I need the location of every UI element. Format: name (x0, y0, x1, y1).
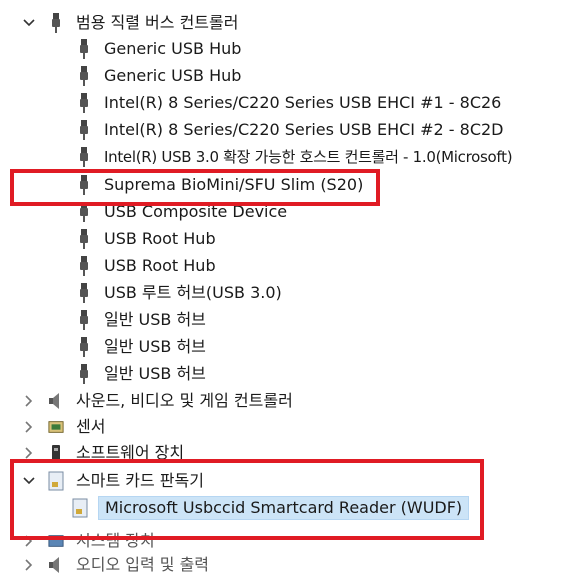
sensor-label: 센서 (76, 417, 106, 436)
tree-item-label: Generic USB Hub (104, 39, 242, 58)
usb-plug-icon (76, 337, 92, 357)
tree-item-label: 일반 USB 허브 (104, 310, 206, 329)
chevron-right-icon[interactable] (22, 420, 36, 434)
tree-item-label: 일반 USB 허브 (104, 337, 206, 356)
usb-plug-icon (48, 13, 64, 33)
chevron-right-icon[interactable] (22, 446, 36, 460)
usb-plug-icon (76, 66, 92, 86)
tree-item-generic-hub-ko-2[interactable]: 일반 USB 허브 (76, 334, 208, 360)
tree-item-usb-root-hub-1[interactable]: USB Root Hub (76, 226, 218, 252)
usb-controllers-label: 범용 직렬 버스 컨트롤러 (76, 13, 239, 32)
speaker-icon (48, 391, 64, 411)
tree-item-intel-usb3-host[interactable]: Intel(R) USB 3.0 확장 가능한 호스트 컨트롤러 - 1.0(M… (76, 144, 514, 170)
usb-plug-icon (76, 283, 92, 303)
tree-item-intel-ehci-1[interactable]: Intel(R) 8 Series/C220 Series USB EHCI #… (76, 90, 503, 116)
tree-item-label: Intel(R) USB 3.0 확장 가능한 호스트 컨트롤러 - 1.0(M… (104, 148, 513, 166)
highlight-box-suprema (10, 169, 380, 206)
usb-plug-icon (76, 256, 92, 276)
sensor-icon (48, 417, 64, 437)
tree-item-label: USB 루트 허브(USB 3.0) (104, 283, 282, 302)
tree-item-label: USB Root Hub (104, 229, 216, 248)
tree-item-generic-hub-ko-3[interactable]: 일반 USB 허브 (76, 361, 208, 387)
sensor-node[interactable]: 센서 (22, 414, 107, 440)
tree-item-usb-root-hub-3[interactable]: USB 루트 허브(USB 3.0) (76, 280, 284, 306)
usb-plug-icon (76, 39, 92, 59)
tree-item-label: USB Root Hub (104, 256, 216, 275)
tree-item-intel-ehci-2[interactable]: Intel(R) 8 Series/C220 Series USB EHCI #… (76, 117, 505, 143)
chevron-right-icon[interactable] (22, 558, 36, 572)
usb-plug-icon (76, 147, 92, 167)
sound-video-game-node[interactable]: 사운드, 비디오 및 게임 컨트롤러 (22, 388, 295, 414)
highlight-box-smartcard (10, 459, 484, 540)
tree-item-generic-hub-ko-1[interactable]: 일반 USB 허브 (76, 307, 208, 333)
usb-plug-icon (76, 310, 92, 330)
usb-plug-icon (76, 229, 92, 249)
audio-io-icon (48, 555, 64, 575)
tree-item-label: Intel(R) 8 Series/C220 Series USB EHCI #… (104, 120, 504, 139)
audio-io-node[interactable]: 오디오 입력 및 출력 (22, 552, 211, 578)
tree-item-generic-usb-hub-2[interactable]: Generic USB Hub (76, 63, 243, 89)
tree-item-usb-root-hub-2[interactable]: USB Root Hub (76, 253, 218, 279)
usb-plug-icon (76, 93, 92, 113)
tree-item-label: Intel(R) 8 Series/C220 Series USB EHCI #… (104, 93, 502, 112)
tree-item-label: 일반 USB 허브 (104, 364, 206, 383)
chevron-down-icon[interactable] (22, 16, 36, 30)
tree-item-label: Generic USB Hub (104, 66, 242, 85)
usb-plug-icon (76, 120, 92, 140)
usb-plug-icon (76, 364, 92, 384)
sound-video-game-label: 사운드, 비디오 및 게임 컨트롤러 (76, 391, 293, 410)
usb-controllers-node[interactable]: 범용 직렬 버스 컨트롤러 (22, 10, 240, 36)
tree-item-generic-usb-hub-1[interactable]: Generic USB Hub (76, 36, 243, 62)
audio-io-label: 오디오 입력 및 출력 (76, 555, 210, 574)
chevron-right-icon[interactable] (22, 394, 36, 408)
